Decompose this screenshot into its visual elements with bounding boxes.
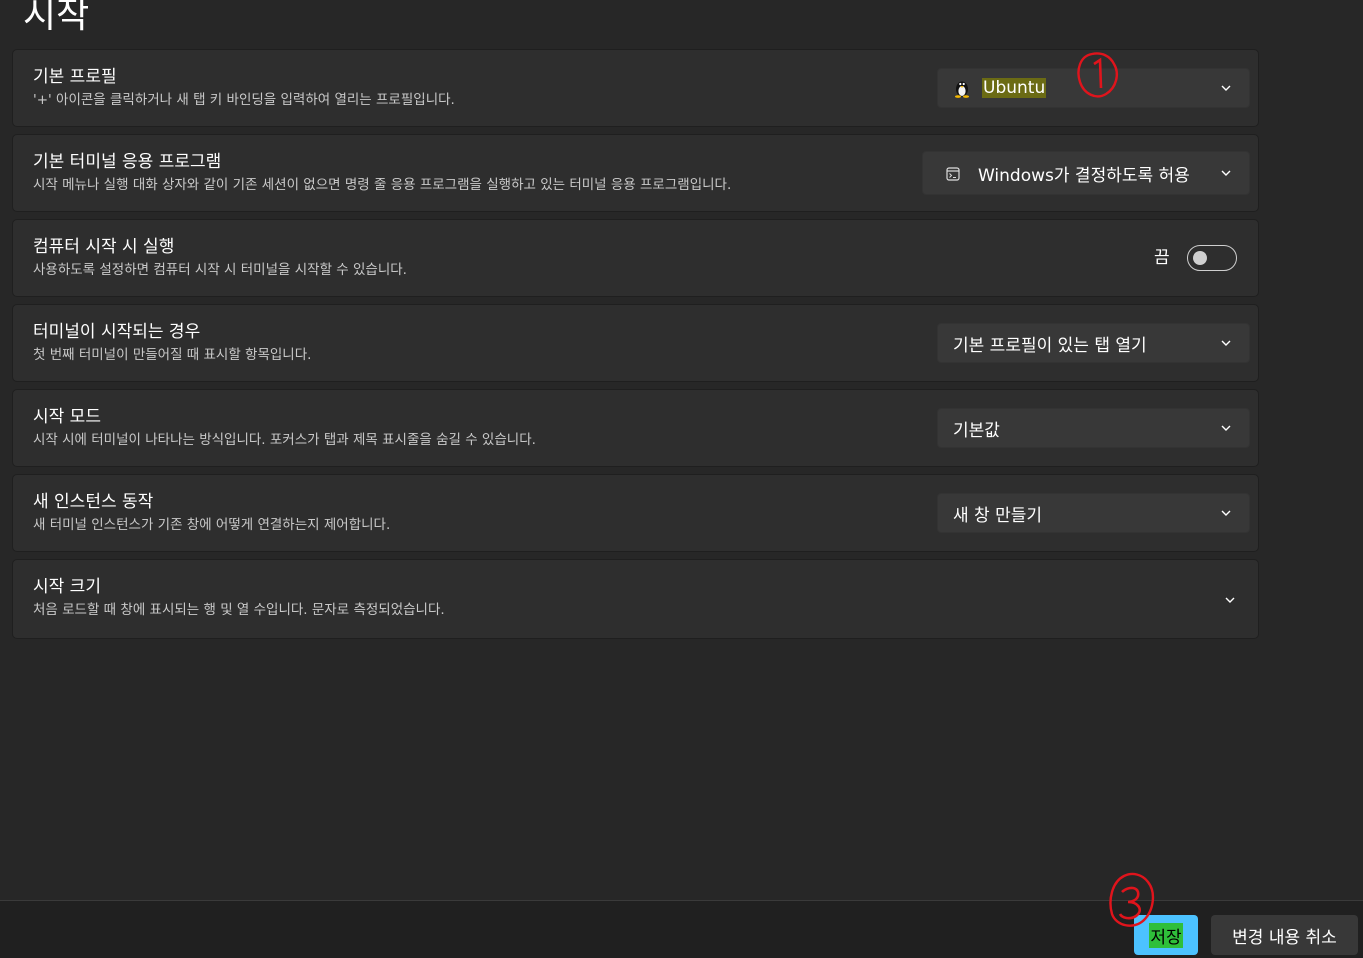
setting-launch-mode: 시작 모드 시작 시에 터미널이 나타나는 방식입니다. 포커스가 탭과 제목 … [12, 389, 1259, 467]
setting-title: 기본 프로필 [33, 67, 117, 87]
discard-changes-button[interactable]: 변경 내용 취소 [1211, 915, 1358, 955]
chevron-down-icon [1221, 85, 1231, 91]
toggle-state-label: 끔 [1154, 248, 1170, 268]
chevron-down-icon [1221, 170, 1231, 176]
settings-page: 시작 기본 프로필 '+' 아이콘을 클릭하거나 새 탭 키 바인딩을 입력하여… [0, 0, 1363, 958]
setting-description: '+' 아이콘을 클릭하거나 새 탭 키 바인딩을 입력하여 열리는 프로필입니… [33, 92, 455, 108]
launch-mode-dropdown[interactable]: 기본값 [937, 408, 1250, 448]
dropdown-value: 기본값 [953, 420, 1000, 441]
chevron-down-icon [1221, 340, 1231, 346]
setting-description: 처음 로드할 때 창에 표시되는 행 및 열 수입니다. 문자로 측정되었습니다… [33, 602, 445, 618]
chevron-down-icon [1221, 510, 1231, 516]
footer-bar: 저장 변경 내용 취소 [0, 900, 1363, 958]
setting-title: 시작 크기 [33, 577, 101, 597]
save-button[interactable]: 저장 [1134, 915, 1198, 955]
setting-default-profile: 기본 프로필 '+' 아이콘을 클릭하거나 새 탭 키 바인딩을 입력하여 열리… [12, 49, 1259, 127]
setting-title: 새 인스턴스 동작 [33, 492, 154, 512]
save-button-label: 저장 [1149, 922, 1183, 948]
setting-description: 첫 번째 터미널이 만들어질 때 표시할 항목입니다. [33, 347, 312, 363]
setting-new-instance-behavior: 새 인스턴스 동작 새 터미널 인스턴스가 기존 창에 어떻게 연결하는지 제어… [12, 474, 1259, 552]
dropdown-value: 새 창 만들기 [953, 505, 1043, 526]
setting-title: 시작 모드 [33, 407, 101, 427]
setting-title: 터미널이 시작되는 경우 [33, 322, 201, 342]
toggle-knob [1193, 251, 1207, 265]
chevron-down-icon [1221, 425, 1231, 431]
launch-on-startup-toggle[interactable] [1187, 245, 1237, 271]
dropdown-value-text: Ubuntu [982, 78, 1047, 98]
setting-description: 새 터미널 인스턴스가 기존 창에 어떻게 연결하는지 제어합니다. [33, 517, 391, 533]
default-terminal-dropdown[interactable]: Windows가 결정하도록 허용 [922, 151, 1250, 195]
dropdown-value: Ubuntu [982, 78, 1047, 98]
setting-launch-on-startup: 컴퓨터 시작 시 실행 사용하도록 설정하면 컴퓨터 시작 시 터미널을 시작할… [12, 219, 1259, 297]
new-instance-dropdown[interactable]: 새 창 만들기 [937, 493, 1250, 533]
default-profile-dropdown[interactable]: Ubuntu [937, 68, 1250, 108]
terminal-window-icon [946, 166, 960, 181]
chevron-down-icon[interactable] [1224, 594, 1236, 606]
setting-description: 시작 메뉴나 실행 대화 상자와 같이 기존 세션이 없으면 명령 줄 응용 프… [33, 177, 732, 193]
setting-when-terminal-starts: 터미널이 시작되는 경우 첫 번째 터미널이 만들어질 때 표시할 항목입니다.… [12, 304, 1259, 382]
startup-behavior-dropdown[interactable]: 기본 프로필이 있는 탭 열기 [937, 323, 1250, 363]
dropdown-value: Windows가 결정하도록 허용 [978, 165, 1190, 186]
dropdown-value: 기본 프로필이 있는 탭 열기 [953, 335, 1147, 356]
linux-penguin-icon [953, 78, 971, 98]
setting-launch-size[interactable]: 시작 크기 처음 로드할 때 창에 표시되는 행 및 열 수입니다. 문자로 측… [12, 559, 1259, 639]
page-title: 시작 [23, 0, 90, 36]
setting-title: 컴퓨터 시작 시 실행 [33, 237, 175, 257]
setting-title: 기본 터미널 응용 프로그램 [33, 152, 222, 172]
setting-description: 사용하도록 설정하면 컴퓨터 시작 시 터미널을 시작할 수 있습니다. [33, 262, 407, 278]
setting-default-terminal: 기본 터미널 응용 프로그램 시작 메뉴나 실행 대화 상자와 같이 기존 세션… [12, 134, 1259, 212]
setting-description: 시작 시에 터미널이 나타나는 방식입니다. 포커스가 탭과 제목 표시줄을 숨… [33, 432, 536, 448]
